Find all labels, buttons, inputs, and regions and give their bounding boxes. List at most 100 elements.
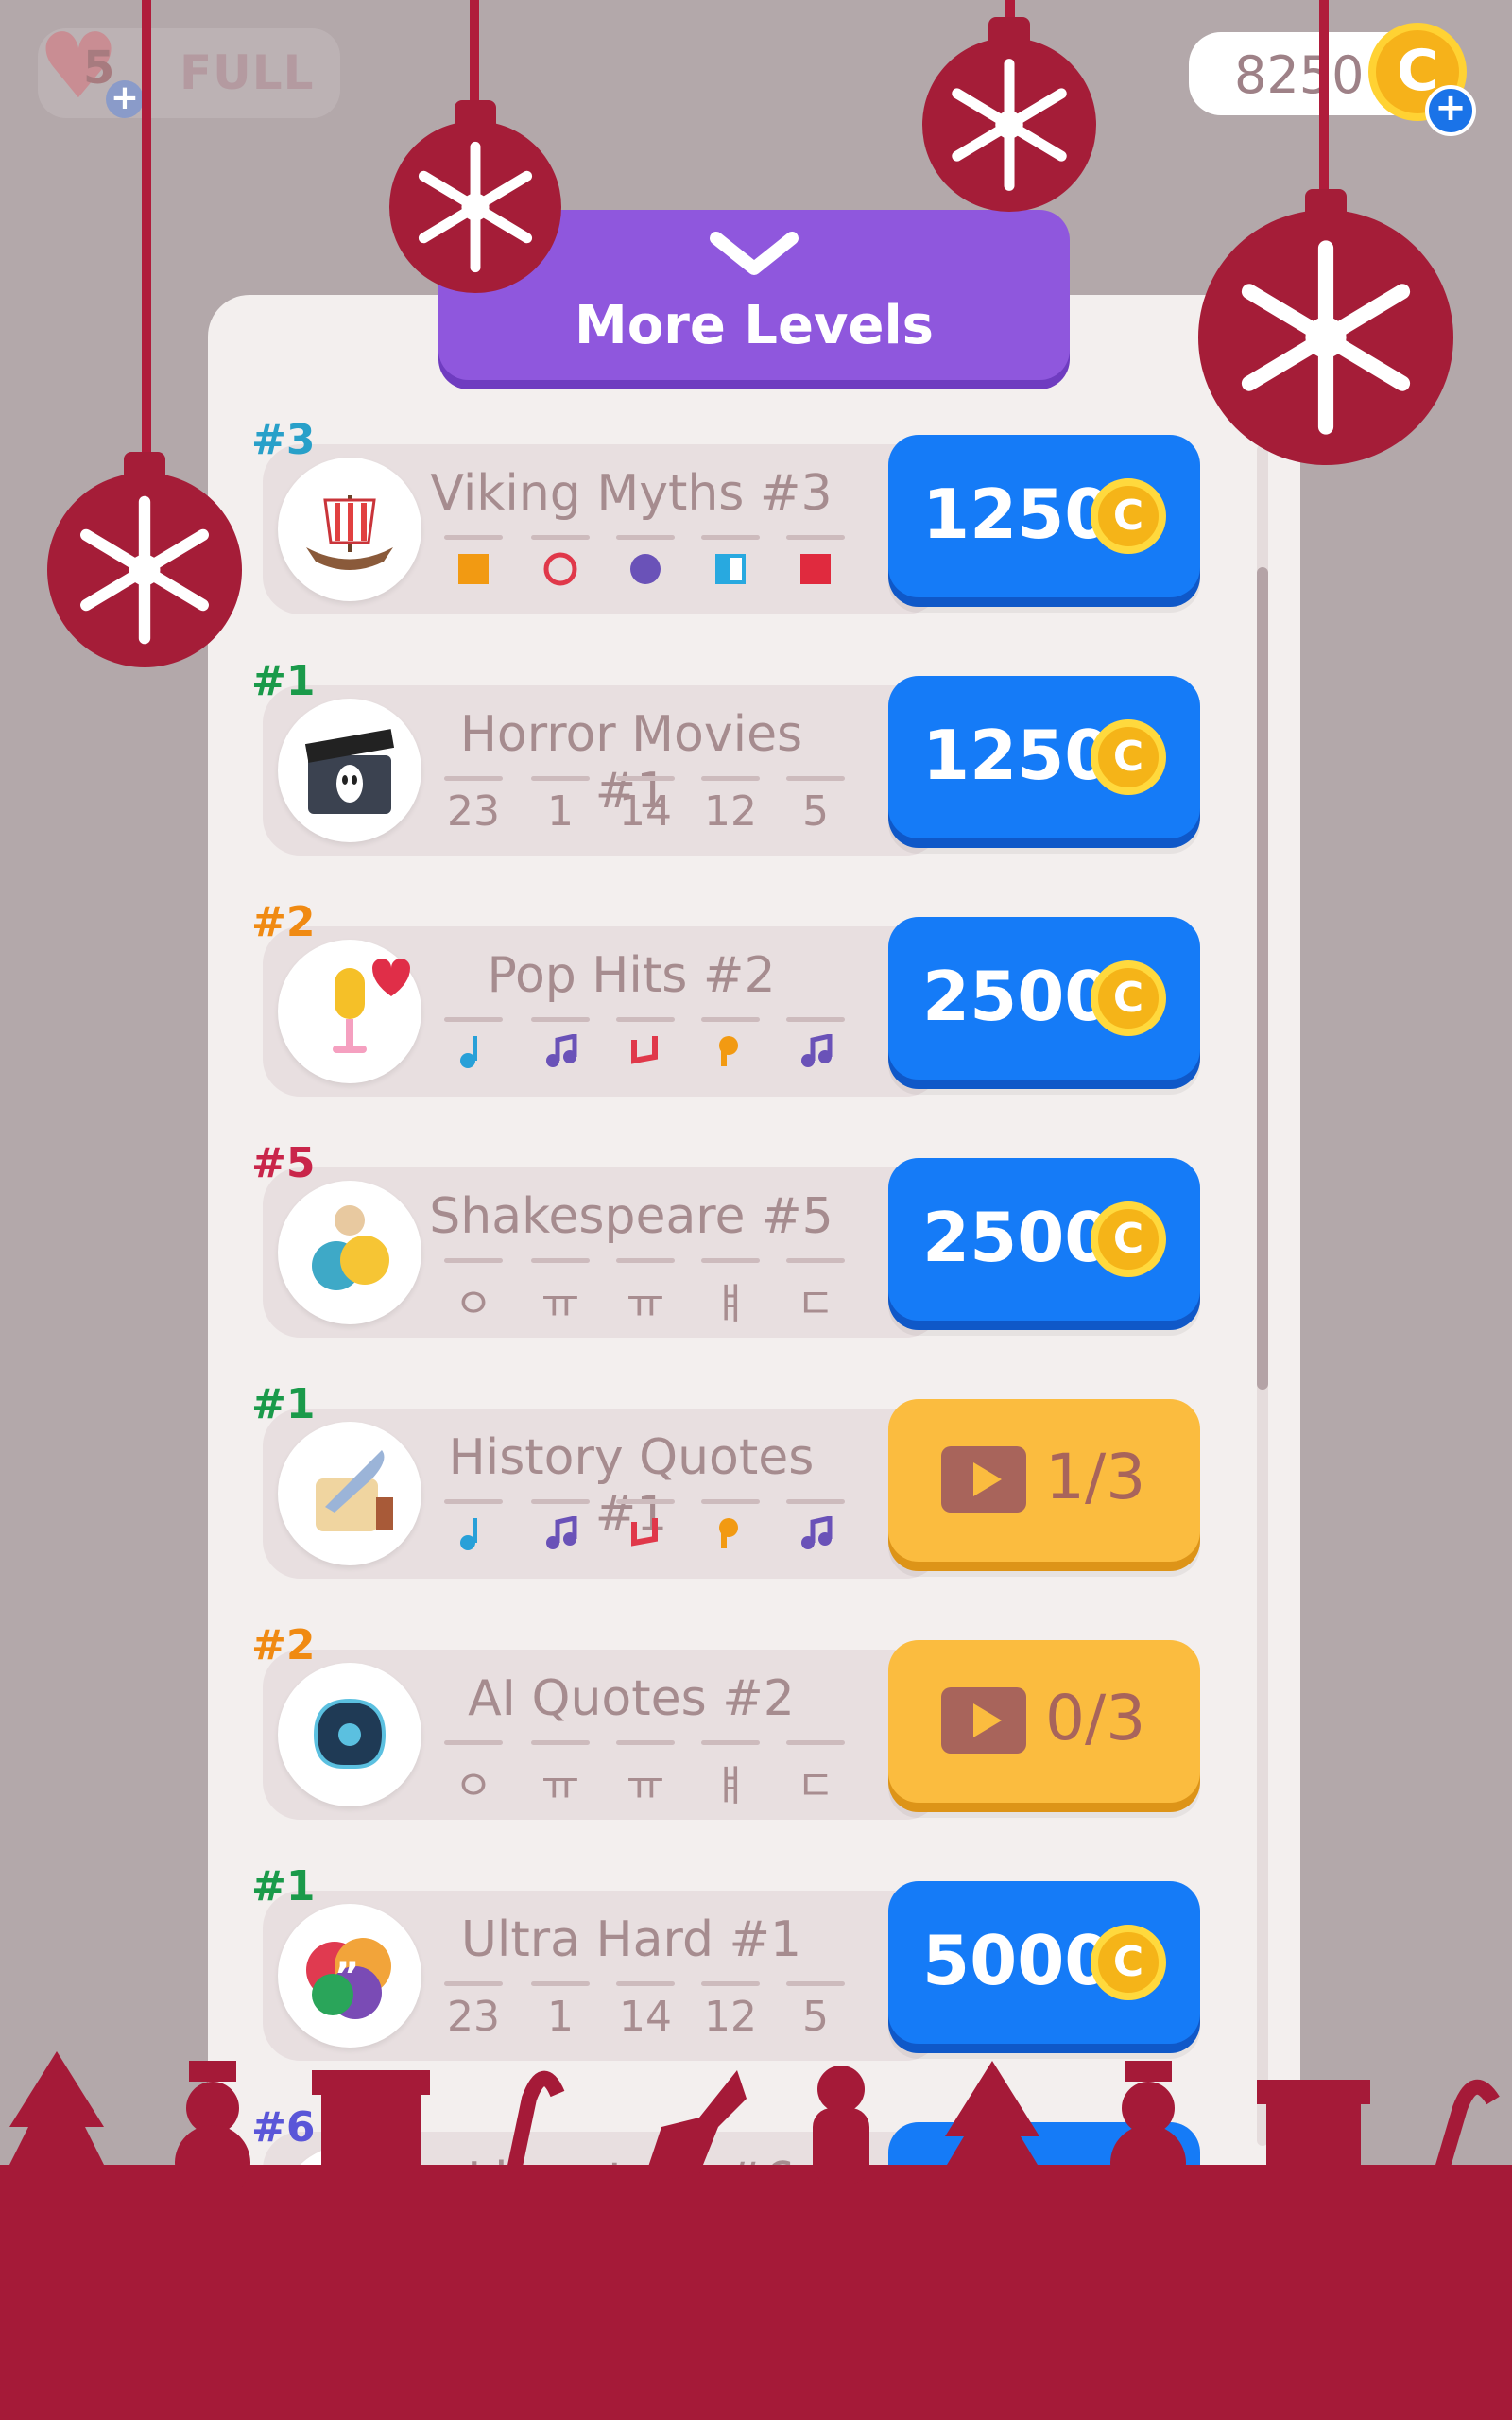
purple-note-icon bbox=[546, 1516, 577, 1549]
answer-slot bbox=[701, 1017, 760, 1083]
slot-value: ㅒ bbox=[711, 1280, 750, 1328]
slot-value: 5 bbox=[802, 787, 829, 836]
answer-slot: 5 bbox=[786, 1981, 845, 2048]
level-row[interactable]: #2 Pop Hits #2 2500 C bbox=[251, 898, 1200, 1097]
answer-slot: ㅠ bbox=[531, 1740, 590, 1810]
slot-line bbox=[444, 1499, 503, 1504]
add-coins-icon[interactable]: + bbox=[1425, 85, 1476, 136]
answer-slot bbox=[444, 1017, 503, 1083]
slot-line bbox=[786, 1740, 845, 1745]
slot-line bbox=[616, 1017, 675, 1022]
level-title: Pop Hits #2 bbox=[487, 947, 776, 1004]
coin-icon: C bbox=[1091, 719, 1166, 795]
slot-line bbox=[531, 1258, 590, 1263]
buy-level-button[interactable]: 1250 C bbox=[888, 676, 1200, 838]
chevron-down-icon bbox=[710, 232, 799, 275]
answer-slot: 23 bbox=[444, 1981, 503, 2048]
slot-value: ㅒ bbox=[711, 1762, 750, 1810]
answer-slot: 1 bbox=[531, 1981, 590, 2048]
slot-line bbox=[616, 535, 675, 540]
answer-slot: ㅒ bbox=[701, 1740, 760, 1810]
slot-line bbox=[444, 1258, 503, 1263]
slot-line bbox=[444, 1017, 503, 1022]
answer-slot: ㅇ bbox=[444, 1740, 503, 1810]
slot-line bbox=[616, 776, 675, 781]
answer-slots: 23 1 14 12 5 bbox=[444, 1981, 850, 2048]
answer-slot bbox=[786, 535, 845, 601]
slot-line bbox=[531, 1740, 590, 1745]
svg-text:”: ” bbox=[335, 1955, 359, 1998]
orange-note-icon bbox=[719, 1036, 738, 1066]
coin-icon: C bbox=[1091, 1925, 1166, 2000]
level-row[interactable]: #1 History Quotes #1 1/3 bbox=[251, 1380, 1200, 1579]
slot-value: ㄷ bbox=[796, 1762, 835, 1810]
christmas-silhouettes-icon bbox=[0, 2051, 1500, 2193]
lives-indicator[interactable]: ♥ 5 + FULL bbox=[38, 21, 340, 118]
purple-note-icon bbox=[546, 1034, 577, 1067]
play-video-icon bbox=[941, 1446, 1026, 1512]
blue-half-square-icon bbox=[715, 554, 746, 584]
answer-slot bbox=[444, 535, 503, 601]
answer-slots: 23 1 14 12 5 bbox=[444, 776, 850, 842]
play-video-icon bbox=[941, 1687, 1026, 1754]
slot-value: 5 bbox=[802, 1993, 829, 2041]
buy-level-button[interactable]: 1250 C bbox=[888, 435, 1200, 597]
slot-line bbox=[616, 1740, 675, 1745]
slot-line bbox=[701, 1981, 760, 1986]
level-row[interactable]: #5 Shakespeare #5 ㅇㅠㅠㅒㄷ 2500 C bbox=[251, 1139, 1200, 1338]
slot-value: 14 bbox=[619, 1993, 672, 2041]
answer-slot bbox=[616, 1017, 675, 1083]
slot-line bbox=[444, 1981, 503, 1986]
add-lives-icon[interactable]: + bbox=[106, 80, 144, 118]
answer-slot: ㄷ bbox=[786, 1740, 845, 1810]
slot-value: ㅠ bbox=[626, 1280, 665, 1328]
answer-slot bbox=[701, 1499, 760, 1565]
level-row[interactable]: #2 AI Quotes #2 ㅇㅠㅠㅒㄷ 0/3 bbox=[251, 1621, 1200, 1820]
answer-slots: ㅇㅠㅠㅒㄷ bbox=[444, 1258, 850, 1328]
buy-level-button[interactable]: 5000C bbox=[888, 1881, 1200, 2044]
level-title: AI Quotes #2 bbox=[468, 1670, 795, 1727]
ornament-string bbox=[1319, 0, 1329, 189]
level-row[interactable]: #1 Horror Movies #1 23 1 14 12 5 1250 C bbox=[251, 657, 1200, 856]
answer-slots bbox=[444, 535, 850, 601]
answer-slot bbox=[786, 1017, 845, 1083]
slot-value: 12 bbox=[704, 1993, 757, 2041]
answer-slot: 23 bbox=[444, 776, 503, 842]
answer-slot: 12 bbox=[701, 1981, 760, 2048]
answer-slot: 14 bbox=[616, 776, 675, 842]
blue-note-icon bbox=[460, 1518, 477, 1550]
coin-count: 8250 bbox=[1234, 45, 1365, 105]
level-title: Viking Myths #3 bbox=[430, 465, 833, 522]
answer-slot bbox=[531, 1499, 590, 1565]
purple-note-icon bbox=[801, 1516, 833, 1549]
slot-line bbox=[701, 1740, 760, 1745]
buy-level-button[interactable]: 2500 C bbox=[888, 1158, 1200, 1321]
video-progress: 0/3 bbox=[1045, 1682, 1146, 1754]
answer-slot: ㅒ bbox=[701, 1258, 760, 1328]
christmas-ground bbox=[0, 2165, 1512, 2420]
answer-slot: 5 bbox=[786, 776, 845, 842]
scrollbar-thumb[interactable] bbox=[1257, 567, 1268, 1390]
slot-line bbox=[701, 776, 760, 781]
slot-line bbox=[786, 535, 845, 540]
level-row[interactable]: #3 Viking Myths #3 1250 C bbox=[251, 416, 1200, 614]
red-note-icon bbox=[631, 1036, 658, 1064]
answer-slot: 12 bbox=[701, 776, 760, 842]
answer-slot: 14 bbox=[616, 1981, 675, 2048]
snowflake-ornament-icon bbox=[1198, 189, 1453, 465]
slot-line bbox=[701, 535, 760, 540]
level-price: 1250 bbox=[922, 475, 1112, 554]
answer-slot bbox=[531, 535, 590, 601]
watch-video-button[interactable]: 0/3 bbox=[888, 1640, 1200, 1803]
watch-video-button[interactable]: 1/3 bbox=[888, 1399, 1200, 1562]
purple-note-icon bbox=[801, 1034, 833, 1067]
level-price: 1250 bbox=[922, 716, 1112, 795]
slot-value: 1 bbox=[547, 1993, 574, 2041]
clapperboard-icon bbox=[278, 699, 421, 842]
level-price: 2500 bbox=[922, 1198, 1112, 1277]
ai-brain-icon bbox=[278, 1663, 421, 1806]
viking-ship-icon bbox=[278, 458, 421, 601]
level-row[interactable]: #1” Ultra Hard #1 23 1 14 12 5 5000 C bbox=[251, 1862, 1200, 2061]
slot-line bbox=[616, 1258, 675, 1263]
buy-level-button[interactable]: 2500 C bbox=[888, 917, 1200, 1080]
